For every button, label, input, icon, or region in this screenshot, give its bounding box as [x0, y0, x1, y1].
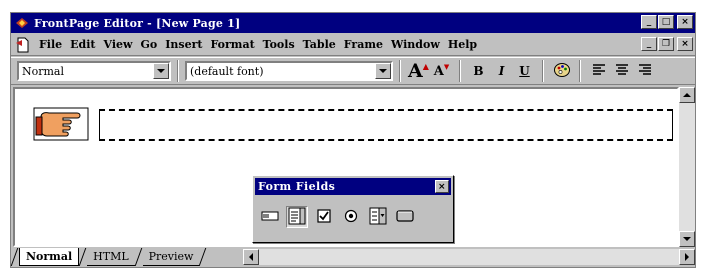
tab-html[interactable]: HTML	[87, 248, 135, 266]
align-center-icon	[615, 63, 629, 79]
menu-file[interactable]: File	[35, 38, 66, 51]
toolbar-separator	[459, 60, 461, 82]
form-boundary[interactable]	[99, 109, 673, 141]
arrow-up-icon	[683, 93, 691, 97]
push-button-button[interactable]	[394, 206, 416, 228]
menu-tools[interactable]: Tools	[259, 38, 299, 51]
format-toolbar: Normal (default font) A ▲ A ▼ B I U	[11, 57, 695, 85]
radio-button-icon	[343, 208, 359, 227]
align-left-button[interactable]	[587, 60, 610, 82]
window-title: FrontPage Editor - [New Page 1]	[34, 16, 241, 30]
document-restore-button[interactable]: ❐	[658, 37, 674, 51]
one-line-textbox-button[interactable]	[259, 206, 281, 228]
form-boundary-right-edge	[672, 111, 673, 139]
align-center-button[interactable]	[610, 60, 633, 82]
decrease-font-size-icon: A	[433, 63, 444, 79]
tab-divider	[135, 248, 143, 266]
toolbar-separator	[579, 60, 581, 82]
menu-bar: File Edit View Go Insert Format Tools Ta…	[11, 34, 695, 56]
style-dropdown-value: Normal	[22, 64, 65, 78]
scrolling-textbox-button[interactable]	[286, 206, 308, 228]
dropdown-menu-button[interactable]	[367, 206, 389, 228]
italic-icon: I	[498, 64, 505, 78]
tab-normal[interactable]: Normal	[19, 248, 80, 266]
title-bar[interactable]: FrontPage Editor - [New Page 1] _ □ ×	[11, 13, 695, 33]
dropdown-menu-icon	[369, 207, 387, 228]
bold-button[interactable]: B	[467, 60, 490, 82]
font-dropdown-value: (default font)	[190, 64, 264, 78]
close-button[interactable]: ×	[677, 15, 693, 29]
scroll-left-button[interactable]	[243, 249, 259, 265]
form-fields-title-bar[interactable]: Form Fields ×	[255, 178, 451, 195]
vertical-scrollbar[interactable]	[679, 87, 695, 247]
increase-font-size-button[interactable]: A ▲	[407, 60, 430, 82]
radio-button-button[interactable]	[340, 206, 362, 228]
scroll-up-button[interactable]	[679, 87, 695, 103]
menu-table[interactable]: Table	[299, 38, 340, 51]
document-close-button[interactable]: ×	[677, 37, 693, 51]
form-boundary-top-dashes	[99, 109, 673, 111]
menu-view[interactable]: View	[100, 38, 137, 51]
menu-format[interactable]: Format	[206, 38, 258, 51]
bold-icon: B	[473, 64, 484, 78]
text-color-button[interactable]	[550, 60, 573, 82]
underline-button[interactable]: U	[513, 60, 536, 82]
arrow-down-icon	[683, 237, 691, 241]
menu-edit[interactable]: Edit	[66, 38, 99, 51]
arrow-right-icon	[685, 253, 689, 261]
palette-icon	[553, 61, 571, 82]
decrease-font-size-button[interactable]: A ▼	[430, 60, 453, 82]
align-right-icon	[638, 63, 652, 79]
align-right-button[interactable]	[633, 60, 656, 82]
font-dropdown[interactable]: (default font)	[185, 61, 393, 81]
form-hand-pointer-icon	[33, 105, 95, 143]
toolbar-separator	[177, 60, 179, 82]
menu-go[interactable]: Go	[137, 38, 162, 51]
document-icon[interactable]	[15, 37, 31, 53]
menu-frame[interactable]: Frame	[340, 38, 387, 51]
checkbox-icon	[316, 208, 332, 227]
menu-window[interactable]: Window	[387, 38, 444, 51]
frontpage-app-icon[interactable]	[14, 16, 30, 30]
tab-divider	[11, 248, 19, 266]
chevron-down-icon[interactable]	[153, 63, 169, 79]
scrolling-textbox-icon	[288, 207, 306, 228]
one-line-textbox-icon	[261, 209, 279, 226]
push-button-icon	[396, 209, 414, 226]
scroll-down-button[interactable]	[679, 231, 695, 247]
view-tab-bar: Normal HTML Preview	[11, 247, 695, 267]
underline-icon: U	[519, 64, 530, 78]
form-fields-toolbar[interactable]: Form Fields ×	[252, 175, 454, 243]
checkbox-button[interactable]	[313, 206, 335, 228]
increase-font-size-icon: A	[408, 60, 423, 82]
tab-divider	[199, 248, 207, 266]
scroll-right-button[interactable]	[679, 249, 695, 265]
menu-help[interactable]: Help	[444, 38, 481, 51]
menu-insert[interactable]: Insert	[161, 38, 206, 51]
chevron-down-icon[interactable]	[375, 63, 391, 79]
form-boundary-bottom-dashes	[99, 139, 673, 141]
minimize-button[interactable]: _	[641, 15, 657, 29]
document-minimize-button[interactable]: _	[641, 37, 657, 51]
style-dropdown[interactable]: Normal	[17, 61, 171, 81]
toolbar-separator	[542, 60, 544, 82]
toolbar-separator	[399, 60, 401, 82]
horizontal-scrollbar[interactable]	[243, 249, 695, 265]
form-fields-title: Form Fields	[258, 180, 336, 193]
italic-button[interactable]: I	[490, 60, 513, 82]
arrow-left-icon	[249, 253, 253, 261]
form-boundary-left-edge	[99, 111, 100, 139]
tab-divider	[79, 248, 87, 266]
align-left-icon	[592, 63, 606, 79]
form-fields-close-button[interactable]: ×	[435, 180, 449, 193]
maximize-button[interactable]: □	[658, 15, 674, 29]
tab-preview[interactable]: Preview	[142, 248, 200, 266]
